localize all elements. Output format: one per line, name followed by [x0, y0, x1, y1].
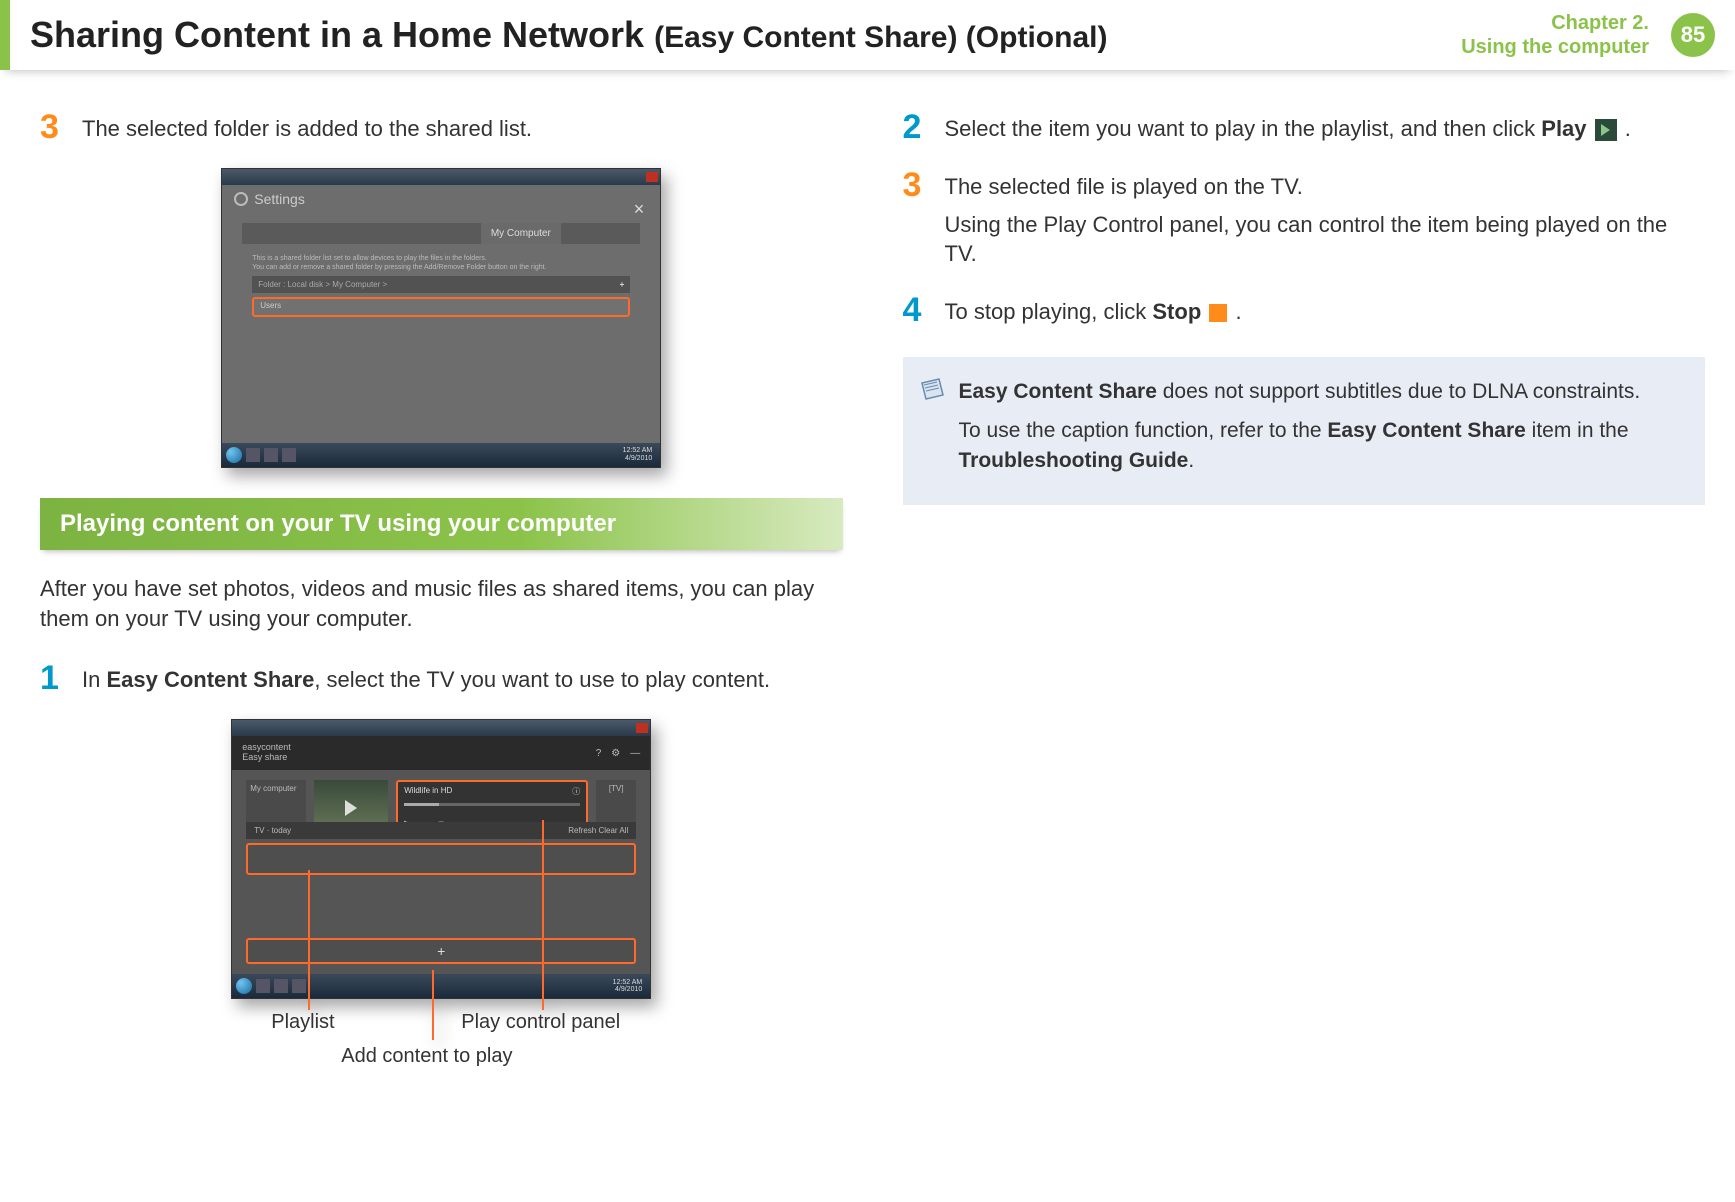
path-bar: Folder : Local disk > My Computer > + [252, 276, 630, 293]
step-3-left: 3 The selected folder is added to the sh… [40, 110, 843, 144]
taskbar-icon [292, 979, 306, 993]
tabs-row: My Computer [242, 223, 640, 244]
window-titlebar [222, 169, 660, 185]
description-text: This is a shared folder list set to allo… [252, 254, 630, 272]
callout-line [308, 870, 310, 1010]
stop-icon [1209, 304, 1227, 322]
close-icon [646, 172, 658, 182]
section-title-text: Playing content on your TV using your co… [60, 510, 616, 537]
step-3-right: 3 The selected file is played on the TV.… [903, 168, 1706, 269]
settings-label: Settings [254, 191, 305, 207]
taskbar-clock: 12:52 AM 4/9/2010 [623, 447, 657, 462]
settings-icon: ⚙ [611, 748, 620, 759]
taskbar-icon [256, 979, 270, 993]
step-number: 2 [903, 110, 931, 144]
player-screenshot: easycontent Easy share ? ⚙ — My computer… [231, 719, 651, 999]
taskbar-clock: 12:52 AM 4/9/2010 [613, 979, 647, 994]
tab [242, 223, 322, 244]
path-text: Folder : Local disk > My Computer > [258, 280, 387, 289]
tab [561, 223, 641, 244]
taskbar: 12:52 AM 4/9/2010 [232, 974, 650, 998]
step-text: The selected folder is added to the shar… [82, 110, 532, 144]
stop-label: Stop [1152, 299, 1201, 324]
chapter-line1: Chapter 2. [1461, 11, 1649, 35]
taskbar: 12:52 AM 4/9/2010 [222, 443, 660, 467]
callout-line [542, 820, 544, 1010]
taskbar-icon [274, 979, 288, 993]
app-logo: easycontent Easy share [242, 743, 291, 763]
add-content-highlight: + [246, 938, 636, 964]
title-main: Sharing Content in a Home Network [30, 14, 644, 55]
page-number-badge: 85 [1671, 13, 1715, 57]
start-orb-icon [236, 978, 252, 994]
highlighted-folder-row: Users [252, 297, 630, 317]
step-text: In Easy Content Share, select the TV you… [82, 661, 770, 695]
content-area: 3 The selected folder is added to the sh… [0, 70, 1735, 1115]
step-text: The selected file is played on the TV. U… [945, 168, 1706, 269]
step-4: 4 To stop playing, click Stop . [903, 293, 1706, 327]
app-header: easycontent Easy share ? ⚙ — [232, 736, 650, 770]
window-titlebar [232, 720, 650, 736]
taskbar-icon [264, 448, 278, 462]
step-1: 1 In Easy Content Share, select the TV y… [40, 661, 843, 695]
callouts: Playlist Play control panel Add content … [231, 1005, 651, 1085]
min-icon: — [630, 748, 640, 759]
step-number: 3 [40, 110, 68, 144]
tab-active: My Computer [481, 223, 561, 244]
step-number: 4 [903, 293, 931, 327]
gear-icon [234, 192, 248, 206]
close-icon [636, 723, 648, 733]
tab [401, 223, 481, 244]
now-playing-title: Wildlife in HD [404, 786, 452, 795]
play-label: Play [1541, 116, 1586, 141]
step-number: 1 [40, 661, 68, 695]
note-paragraph-2: To use the caption function, refer to th… [959, 416, 1686, 475]
title-sub: (Easy Content Share) (Optional) [654, 21, 1107, 54]
right-column: 2 Select the item you want to play in th… [903, 110, 1706, 1085]
note-box: Easy Content Share does not support subt… [903, 357, 1706, 505]
help-icon: ? [596, 748, 602, 759]
play-icon [1595, 119, 1617, 141]
page-header: Sharing Content in a Home Network (Easy … [0, 0, 1735, 70]
step-number: 3 [903, 168, 931, 269]
info-icon: ⓘ [572, 786, 580, 797]
step-text: Select the item you want to play in the … [945, 110, 1631, 144]
settings-header: Settings [222, 185, 660, 213]
folder-name: Users [260, 301, 281, 310]
callout-play-control: Play control panel [461, 1011, 620, 1034]
note-icon [919, 377, 947, 401]
chapter-label: Chapter 2. Using the computer [1461, 11, 1659, 59]
settings-screenshot: Settings × My Computer This is a shared … [221, 168, 661, 468]
taskbar-icon [282, 448, 296, 462]
callout-add-content: Add content to play [341, 1045, 512, 1068]
callout-playlist: Playlist [271, 1011, 334, 1034]
plus-icon: + [620, 280, 625, 289]
playlist-area: TV · today Refresh Clear All [246, 822, 636, 875]
step-text: To stop playing, click Stop . [945, 293, 1242, 327]
section-heading: Playing content on your TV using your co… [40, 498, 843, 550]
chapter-line2: Using the computer [1461, 35, 1649, 59]
note-paragraph-1: Easy Content Share does not support subt… [959, 377, 1686, 406]
page-title: Sharing Content in a Home Network (Easy … [30, 14, 1107, 56]
playlist-header: TV · today Refresh Clear All [246, 822, 636, 839]
playlist-highlight [246, 843, 636, 875]
dialog-close-icon: × [634, 199, 645, 220]
app-name: Easy Content Share [106, 667, 314, 692]
left-column: 3 The selected folder is added to the sh… [40, 110, 843, 1085]
intro-paragraph: After you have set photos, videos and mu… [40, 574, 843, 633]
page-number: 85 [1681, 22, 1705, 48]
step-2: 2 Select the item you want to play in th… [903, 110, 1706, 144]
taskbar-icon [246, 448, 260, 462]
start-orb-icon [226, 447, 242, 463]
tab [322, 223, 402, 244]
